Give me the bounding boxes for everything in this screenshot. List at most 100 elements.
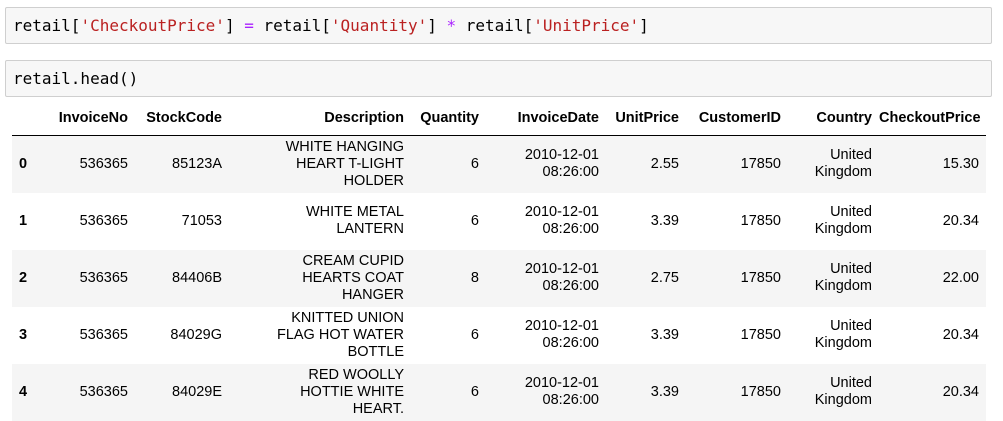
dataframe-table: InvoiceNo StockCode Description Quantity Inv… [12,101,986,421]
cell-country: United Kingdom [788,193,879,250]
code-token: = [244,16,254,35]
cell-description: WHITE HANGING HEART T-LIGHT HOLDER [229,136,411,193]
cell-stockcode: 84029G [135,307,229,364]
cell-unitprice: 3.39 [606,307,686,364]
cell-value: 84029G [170,326,222,343]
cell-invoiceno: 536365 [52,136,135,193]
cell-description: KNITTED UNION FLAG HOT WATER BOTTLE [229,307,411,364]
cell-invoicedate: 2010-12-01 08:26:00 [486,193,606,250]
code-token: * [446,16,457,35]
cell-invoiceno: 536365 [52,193,135,250]
cell-invoicedate: 2010-12-01 08:26:00 [486,307,606,364]
cell-value: RED WOOLLY HOTTIE WHITE HEART. [300,366,404,417]
cell-value: 6 [470,326,479,343]
cell-country: United Kingdom [788,307,879,364]
cell-value: 3.39 [650,212,679,229]
cell-value: 3.39 [650,326,679,343]
cell-value: 2.55 [650,155,679,172]
cell-unitprice: 2.75 [606,250,686,307]
table-row: 2 536365 84406B CREAM CUPID HEARTS COAT HAN… [12,249,986,307]
cell-value: United Kingdom [814,204,872,237]
cell-value: United Kingdom [814,375,872,408]
cell-value: 22.00 [942,269,979,286]
row-index: 1 [19,212,28,229]
cell-value: 17850 [740,212,781,229]
cell-value: 2010-12-01 08:26:00 [524,204,599,237]
cell-quantity: 6 [411,193,486,250]
cell-description: WHITE METAL LANTERN [229,193,411,250]
cell-quantity: 6 [411,136,486,193]
table-row: 3 536365 84029G KNITTED UNION FLAG HOT WATE… [12,307,986,364]
cell-value: 20.34 [942,326,979,343]
cell-customerid: 17850 [686,136,788,193]
cell-value: 3.39 [650,383,679,400]
cell-value: 536365 [79,326,128,343]
cell-value: 536365 [79,383,128,400]
cell-invoiceno: 536365 [52,250,135,307]
cell-value: 536365 [79,269,128,286]
code-token: retail[ [13,16,81,35]
cell-value: 71053 [181,212,222,229]
code-token: ] [224,16,245,35]
cell-checkoutprice: 15.30 [879,136,986,193]
cell-value: 6 [470,212,479,229]
code-cell-1[interactable]: retail['CheckoutPrice'] = retail['Quanti… [5,7,992,44]
cell-value: 84029E [172,383,222,400]
cell-value: 20.34 [942,212,979,229]
cell-customerid: 17850 [686,250,788,307]
cell-stockcode: 85123A [135,136,229,193]
cell-invoicedate: 2010-12-01 08:26:00 [486,136,606,193]
table-row: 1 536365 71053 WHITE METAL LANTERN 6 2010-12-… [12,193,986,250]
cell-value: 536365 [79,155,128,172]
cell-value: 2010-12-01 08:26:00 [524,261,599,294]
cell-checkoutprice: 20.34 [879,193,986,250]
row-index: 0 [19,155,28,172]
cell-value: 536365 [79,212,128,229]
cell-value: WHITE METAL LANTERN [305,204,404,237]
cell-value: 17850 [740,383,781,400]
header-row: InvoiceNo StockCode Description Quantity Inv… [12,101,986,136]
cell-value: 6 [470,155,479,172]
code-token: retail[ [253,16,331,35]
cell-value: United Kingdom [814,261,872,294]
cell-value: 85123A [172,155,222,172]
index-header [12,101,52,136]
cell-description: CREAM CUPID HEARTS COAT HANGER [229,250,411,307]
cell-value: WHITE HANGING HEART T-LIGHT HOLDER [285,138,404,189]
cell-value: 2.75 [650,269,679,286]
cell-checkoutprice: 20.34 [879,307,986,364]
column-header: Description [229,101,411,136]
cell-checkoutprice: 22.00 [879,250,986,307]
cell-value: United Kingdom [814,318,872,351]
code-cell-2[interactable]: retail.head() [5,60,992,97]
code-token: retail[ [456,16,534,35]
column-header: Country [788,101,879,136]
cell-value: 17850 [740,155,781,172]
cell-customerid: 17850 [686,307,788,364]
cell-value: 20.34 [942,383,979,400]
code-token: 'CheckoutPrice' [80,16,225,35]
row-index: 2 [19,269,28,286]
column-header: InvoiceNo [52,101,135,136]
cell-value: 2010-12-01 08:26:00 [524,318,599,351]
column-header: CustomerID [686,101,788,136]
row-index: 3 [19,326,28,343]
cell-stockcode: 84406B [135,250,229,307]
cell-unitprice: 3.39 [606,193,686,250]
code-token: 'Quantity' [330,16,428,35]
cell-value: 15.30 [942,155,979,172]
cell-value: 2010-12-01 08:26:00 [524,147,599,181]
cell-value: 6 [470,383,479,400]
cell-quantity: 6 [411,307,486,364]
cell-country: United Kingdom [788,136,879,193]
column-header: Quantity [411,101,486,136]
cell-value: United Kingdom [814,147,872,181]
column-header: CheckoutPrice [879,101,986,136]
cell-value: 8 [470,269,479,286]
cell-value: 84406B [172,269,222,286]
cell-quantity: 8 [411,250,486,307]
cell-invoicedate: 2010-12-01 08:26:00 [486,250,606,307]
cell-value: 17850 [740,269,781,286]
cell-unitprice: 2.55 [606,136,686,193]
cell-stockcode: 71053 [135,193,229,250]
